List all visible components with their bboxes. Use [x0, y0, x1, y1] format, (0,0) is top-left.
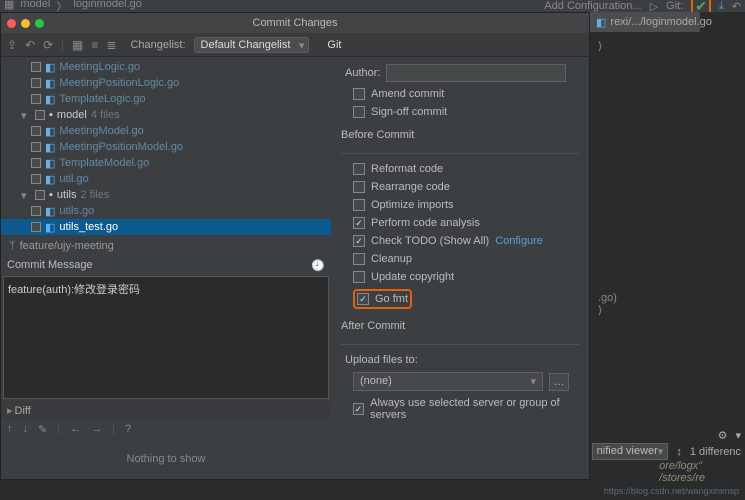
history-icon[interactable]: ↶: [732, 0, 741, 13]
undo-icon[interactable]: ↶: [25, 38, 35, 52]
analysis-checkbox[interactable]: [353, 217, 365, 229]
next-file-icon[interactable]: →: [91, 423, 102, 436]
file-item[interactable]: util.go: [59, 173, 88, 185]
always-server-checkbox[interactable]: [353, 403, 364, 415]
git-label: Git:: [666, 0, 683, 12]
author-input[interactable]: [386, 64, 566, 82]
file-item[interactable]: MeetingLogic.go: [59, 61, 140, 73]
diff-section-label[interactable]: Diff: [15, 405, 31, 417]
code-import: ore/logx"/stores/re: [659, 460, 705, 484]
diff-toolbar: ↑ ↓ ✎ | ← → | ?: [1, 420, 331, 439]
commit-message-input[interactable]: [3, 276, 329, 399]
author-label: Author:: [345, 67, 380, 79]
minimize-icon[interactable]: [21, 19, 30, 28]
folder-icon: ▪: [49, 189, 53, 201]
diff-empty: Nothing to show: [1, 439, 331, 479]
gofmt-checkbox[interactable]: [357, 293, 369, 305]
next-diff-icon[interactable]: ↓: [23, 423, 29, 436]
run-icon[interactable]: ▷: [650, 0, 658, 13]
dialog-titlebar: Commit Changes: [1, 13, 589, 33]
code-line: .go): [598, 292, 737, 304]
before-commit-section: Before Commit: [341, 129, 579, 141]
upload-server-select[interactable]: (none)▾: [353, 372, 543, 391]
commit-dialog: Commit Changes ⇪ ↶ ⟳ | ▦ ≡ ≣ Changelist:…: [0, 12, 590, 480]
watermark: https://blog.csdn.net/wangxinimsp: [604, 486, 739, 496]
viewer-select[interactable]: nified viewer▾: [592, 443, 669, 460]
group-icon[interactable]: ▦: [72, 38, 83, 52]
folder-icon: ▪: [49, 109, 53, 121]
branch-icon: ᛘ: [9, 240, 16, 252]
maximize-icon[interactable]: [35, 19, 44, 28]
gofmt-label: Go fmt: [375, 293, 408, 305]
rearrange-checkbox[interactable]: [353, 181, 365, 193]
expand-icon[interactable]: ≡: [91, 38, 98, 52]
code-line: ): [598, 40, 737, 52]
history-icon[interactable]: 🕘: [311, 259, 325, 272]
rearrange-label: Rearrange code: [371, 181, 450, 193]
options-pane: Author: Amend commit Sign-off commit Bef…: [331, 57, 589, 479]
help-icon[interactable]: ?: [125, 423, 131, 436]
copyright-checkbox[interactable]: [353, 271, 365, 283]
after-commit-section: After Commit: [341, 320, 579, 332]
reformat-label: Reformat code: [371, 163, 443, 175]
go-file-icon: ◧: [596, 16, 606, 29]
copyright-label: Update copyright: [371, 271, 454, 283]
file-item[interactable]: utils.go: [59, 205, 94, 217]
upload-label: Upload files to:: [345, 353, 579, 367]
add-config[interactable]: Add Configuration...: [544, 0, 641, 12]
optimize-checkbox[interactable]: [353, 199, 365, 211]
cleanup-label: Cleanup: [371, 253, 412, 265]
file-item-selected[interactable]: utils_test.go: [59, 221, 118, 233]
file-tree[interactable]: ◧MeetingLogic.go ◧MeetingPositionLogic.g…: [1, 57, 331, 237]
changelist-select[interactable]: Default Changelist: [194, 37, 310, 53]
file-item[interactable]: MeetingPositionModel.go: [59, 141, 183, 153]
diff-count: 1 differenc: [690, 446, 741, 458]
cleanup-checkbox[interactable]: [353, 253, 365, 265]
app-topbar: ▦ model 〉 loginmodel.go Add Configuratio…: [0, 0, 745, 12]
dialog-toolbar: ⇪ ↶ ⟳ | ▦ ≡ ≣ Changelist: Default Change…: [1, 33, 589, 57]
always-server-label: Always use selected server or group of s…: [370, 397, 579, 421]
signoff-label: Sign-off commit: [371, 106, 447, 118]
amend-label: Amend commit: [371, 88, 444, 100]
file-item[interactable]: TemplateModel.go: [59, 157, 149, 169]
update-icon[interactable]: ⤓: [719, 0, 724, 13]
signoff-checkbox[interactable]: [353, 106, 365, 118]
dialog-title: Commit Changes: [253, 17, 338, 29]
collapse-icon[interactable]: ≣: [106, 38, 116, 52]
reformat-checkbox[interactable]: [353, 163, 365, 175]
file-item[interactable]: MeetingModel.go: [59, 125, 143, 137]
background-editor: ◧ rexi/.../loginmodel.go ) .go) ) ⚙▾ nif…: [590, 12, 745, 500]
optimize-label: Optimize imports: [371, 199, 454, 211]
changelist-label: Changelist:: [130, 39, 185, 51]
refresh-icon[interactable]: ⟳: [43, 38, 53, 52]
changes-pane: ◧MeetingLogic.go ◧MeetingPositionLogic.g…: [1, 57, 331, 479]
prev-diff-icon[interactable]: ↑: [7, 423, 13, 436]
folder-utils[interactable]: utils: [57, 189, 77, 201]
prev-file-icon[interactable]: ←: [70, 423, 81, 436]
gofmt-highlight: Go fmt: [353, 289, 412, 309]
todo-checkbox[interactable]: [353, 235, 365, 247]
configure-link[interactable]: Configure: [495, 235, 543, 247]
code-line: ): [598, 304, 737, 316]
git-tab[interactable]: Git: [327, 39, 341, 51]
file-item[interactable]: MeetingPositionLogic.go: [59, 77, 179, 89]
commit-message-label: Commit Message: [7, 259, 93, 272]
edit-icon[interactable]: ✎: [38, 423, 47, 436]
editor-tab[interactable]: ◧ rexi/.../loginmodel.go: [590, 12, 700, 32]
file-item[interactable]: TemplateLogic.go: [59, 93, 145, 105]
todo-label: Check TODO (Show All): [371, 235, 489, 247]
branch-indicator[interactable]: ᛘfeature/ujy-meeting: [1, 237, 331, 255]
analysis-label: Perform code analysis: [371, 217, 480, 229]
gear-icon[interactable]: ⚙: [718, 429, 728, 442]
amend-checkbox[interactable]: [353, 88, 365, 100]
server-browse-button[interactable]: …: [549, 373, 569, 391]
close-icon[interactable]: [7, 19, 16, 28]
commit-action-icon[interactable]: ⇪: [7, 38, 17, 52]
folder-model[interactable]: model: [57, 109, 87, 121]
editor-tab-label: rexi/.../loginmodel.go: [610, 16, 712, 28]
